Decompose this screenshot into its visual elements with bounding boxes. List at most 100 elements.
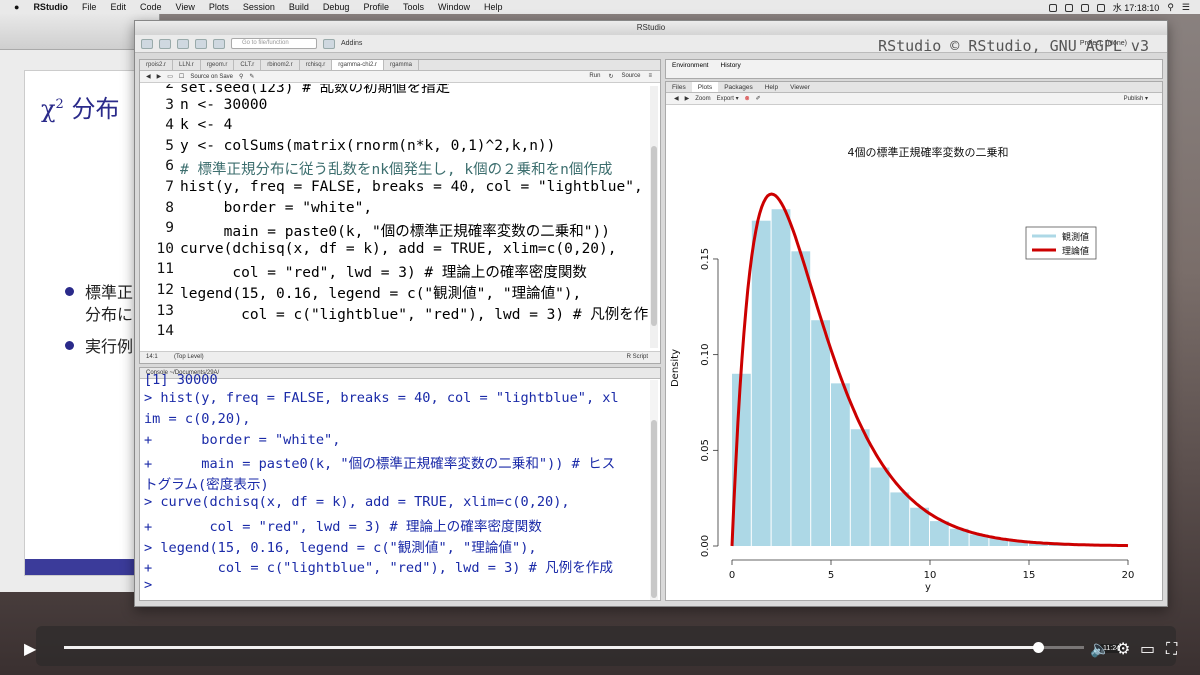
- save-all-icon[interactable]: [195, 38, 207, 49]
- save-icon[interactable]: [177, 38, 189, 49]
- menu-build[interactable]: Build: [289, 2, 309, 12]
- tab-packages[interactable]: Packages: [718, 82, 759, 92]
- print-icon[interactable]: [213, 38, 225, 49]
- source-on-save-checkbox[interactable]: ☐: [179, 73, 184, 80]
- console-line: > legend(15, 0.16, legend = c("観測値", "理論…: [144, 539, 537, 556]
- back-arrow-icon[interactable]: ◀: [146, 73, 151, 80]
- list-icon[interactable]: ☰: [1182, 2, 1190, 13]
- forward-arrow-icon[interactable]: ▶: [157, 73, 162, 80]
- menu-profile[interactable]: Profile: [363, 2, 389, 12]
- status-icon[interactable]: [1048, 3, 1057, 12]
- tab-rgeom[interactable]: rgeom.r: [201, 60, 235, 70]
- run-button[interactable]: Run: [589, 73, 600, 80]
- tab-history[interactable]: History: [715, 60, 747, 71]
- console-prompt[interactable]: >: [144, 577, 160, 598]
- tab-lln[interactable]: LLN.r: [173, 60, 201, 70]
- tab-rgamma[interactable]: rgamma: [384, 60, 419, 70]
- tab-rbinom2[interactable]: rbinom2.r: [261, 60, 300, 70]
- menu-debug[interactable]: Debug: [323, 2, 350, 12]
- source-button[interactable]: Source: [621, 73, 640, 80]
- play-icon[interactable]: ▶: [24, 639, 36, 658]
- file-type-indicator[interactable]: R Script: [627, 354, 648, 360]
- menu-code[interactable]: Code: [140, 2, 162, 12]
- menu-edit[interactable]: Edit: [110, 2, 126, 12]
- code-line: 6 # 標準正規分布に従う乱数をnk個発生し, k個の２乗和をn個作成: [165, 158, 613, 179]
- code-line: 7 hist(y, freq = FALSE, breaks = 40, col …: [165, 179, 648, 195]
- menubar-clock[interactable]: 水 17:18:10: [1113, 1, 1160, 14]
- tab-plots[interactable]: Plots: [691, 82, 719, 92]
- captions-icon[interactable]: ▭: [1140, 639, 1155, 658]
- back-arrow-icon[interactable]: ◀: [674, 95, 679, 102]
- menu-view[interactable]: View: [175, 2, 194, 12]
- menu-window[interactable]: Window: [438, 2, 470, 12]
- scrollbar-thumb[interactable]: [651, 146, 657, 326]
- export-button[interactable]: Export ▾: [717, 95, 739, 102]
- tab-help[interactable]: Help: [759, 82, 784, 92]
- settings-gear-icon[interactable]: ⚙: [1116, 639, 1130, 658]
- code-line: 5y <- colSums(matrix(rnorm(n*k, 0,1)^2,k…: [165, 137, 556, 154]
- publish-button[interactable]: Publish ▾: [1124, 95, 1162, 102]
- editor-scrollbar[interactable]: [650, 86, 658, 348]
- tab-rgamma-chi2[interactable]: rgamma-chi2.r: [332, 60, 384, 70]
- code-line: 11 col = "red", lwd = 3) # 理論上の確率密度関数: [156, 261, 587, 282]
- code-area[interactable]: 2 set.seed(123) # 乱数の初期値を指定 3n <- 30000 4…: [140, 84, 648, 349]
- code-line: 4k <- 4: [165, 117, 233, 134]
- battery-icon[interactable]: [1096, 3, 1105, 12]
- menu-tools[interactable]: Tools: [403, 2, 424, 12]
- search-icon[interactable]: ⚲: [1167, 2, 1174, 13]
- histogram-bar: [791, 251, 811, 547]
- zoom-button[interactable]: Zoom: [695, 96, 710, 102]
- console-pane[interactable]: Console ~/Documents/29A/ [1] 30000 > his…: [139, 367, 661, 601]
- scrollbar-thumb[interactable]: [651, 420, 657, 598]
- fullscreen-icon[interactable]: ⛶: [1166, 639, 1177, 659]
- volume-icon[interactable]: 🔈: [1090, 639, 1110, 658]
- menu-file[interactable]: File: [82, 2, 97, 12]
- search-icon[interactable]: ⚲: [239, 73, 243, 80]
- histogram-bar: [751, 220, 771, 546]
- code-line: 10 curve(dchisq(x, df = k), add = TRUE, x…: [156, 240, 617, 257]
- tab-files[interactable]: Files: [666, 82, 692, 92]
- video-progress-bar[interactable]: 11:24: [64, 642, 1123, 653]
- editor-status-bar: 14:1 (Top Level) R Script: [140, 351, 660, 363]
- histogram-bar: [890, 492, 910, 546]
- x-tick-label: 0: [729, 570, 735, 581]
- editor-toolbar: ◀ ▶ ▭ ☐ Source on Save ⚲ ✎ Run ↻ Source …: [140, 71, 660, 83]
- menu-help[interactable]: Help: [484, 2, 503, 12]
- wand-icon[interactable]: ✎: [249, 73, 254, 80]
- broom-icon[interactable]: ✐: [756, 95, 761, 102]
- addins-menu[interactable]: Addins: [341, 40, 362, 47]
- tab-clt[interactable]: CLT.r: [234, 60, 262, 70]
- new-file-icon[interactable]: [141, 38, 153, 49]
- x-tick-label: 15: [1023, 570, 1036, 581]
- console-scrollbar[interactable]: [650, 380, 658, 600]
- console-line: + main = paste0(k, "個の標準正規確率変数の二乗和")) # …: [144, 456, 616, 473]
- histogram-bar: [870, 467, 890, 546]
- tab-rchisq[interactable]: rchisq.r: [300, 60, 333, 70]
- volume-icon[interactable]: [1080, 3, 1089, 12]
- goto-file-input[interactable]: Go to file/function: [231, 38, 317, 49]
- save-icon[interactable]: ▭: [167, 73, 173, 80]
- apple-icon[interactable]: ●: [14, 2, 19, 12]
- remove-plot-icon[interactable]: ⊗: [745, 95, 750, 102]
- menu-app-name[interactable]: RStudio: [33, 2, 68, 12]
- slide-title: χ2 分布: [41, 95, 120, 123]
- wifi-icon[interactable]: [1064, 3, 1073, 12]
- menu-session[interactable]: Session: [243, 2, 275, 12]
- open-project-icon[interactable]: [159, 38, 171, 49]
- bullet-dot-icon: [65, 287, 74, 296]
- tab-viewer[interactable]: Viewer: [784, 82, 816, 92]
- video-scrubber-knob[interactable]: [1033, 642, 1045, 653]
- code-line: 9 main = paste0(k, "個の標準正規確率変数の二乗和")): [165, 220, 610, 241]
- menu-plots[interactable]: Plots: [209, 2, 229, 12]
- scope-indicator[interactable]: (Top Level): [174, 354, 204, 360]
- tab-rpois2[interactable]: rpois2.r: [140, 60, 174, 70]
- tab-environment[interactable]: Environment: [666, 60, 715, 71]
- window-title: RStudio: [135, 21, 1167, 35]
- x-axis-label: y: [925, 582, 931, 593]
- forward-arrow-icon[interactable]: ▶: [685, 95, 690, 102]
- console-line: + col = c("lightblue", "red"), lwd = 3) …: [144, 560, 613, 577]
- grid-icon[interactable]: [323, 38, 335, 49]
- histogram-bar: [930, 521, 949, 546]
- rerun-icon[interactable]: ↻: [608, 73, 613, 80]
- outline-icon[interactable]: ≡: [648, 73, 652, 80]
